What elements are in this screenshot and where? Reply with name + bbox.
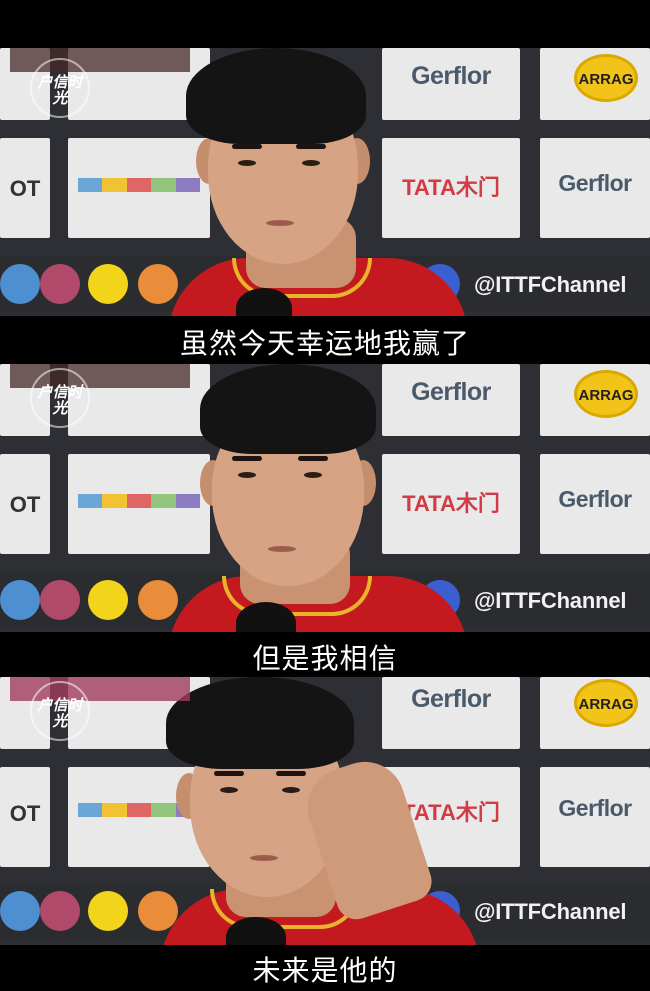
sponsor-tile-gerflor: Gerflor [540,138,650,238]
gerflor-logo: Gerflor [411,685,491,713]
watermark-logo: 户信时光 [30,368,90,428]
eyebrow [214,771,244,776]
instagram-icon [40,891,80,931]
subtitle-2: 但是我相信 [252,642,398,675]
eye [238,160,256,166]
sponsor-tile: OT [0,454,50,554]
gerflor-logo: Gerflor [411,378,491,406]
weibo-icon [138,580,178,620]
weibo-icon [138,264,178,304]
sponsor-tile-tata: TATA木门 [382,138,520,238]
arrag-logo: ARRAG [574,679,638,727]
ittf-channel-text: @ITTFChannel [474,899,627,924]
ot-logo: OT [9,801,41,826]
sponsor-tile-tata: TATA木门 [382,454,520,554]
arrag-logo: ARRAG [574,54,638,102]
subtitle-band-1: 虽然今天幸运地我赢了 [0,316,650,364]
watermark-text: 户信时光 [37,383,83,417]
eyebrow [298,456,328,461]
eyebrow [296,144,326,149]
sponsor-tile-gerflor: Gerflor [382,364,520,436]
twitter-icon [0,891,40,931]
ittf-channel-text: @ITTFChannel [474,588,627,613]
sponsor-tile-arrag: ARRAG [540,48,650,120]
color-stripe [78,494,201,508]
sponsor-tile: OT [0,138,50,238]
subtitle-3: 未来是他的 [252,954,398,987]
instagram-icon [40,264,80,304]
sponsor-tile-stripes [68,138,210,238]
gerflor-logo: Gerflor [558,170,632,196]
eyebrow [232,456,262,461]
sponsor-tile: OT [0,767,50,867]
ittf-channel-text: @ITTFChannel [474,272,627,297]
arrag-logo: ARRAG [574,370,638,418]
sponsor-tile-gerflor: Gerflor [382,48,520,120]
twitter-icon [0,264,40,304]
snapchat-icon [88,891,128,931]
watermark-text: 户信时光 [37,696,83,730]
video-frame-1: Gerflor ARRAG OT TATA木门 Gerflor @ITTFCha… [0,48,650,316]
eyebrow [276,771,306,776]
subtitle-band-2: 但是我相信 [0,632,650,677]
hair [166,677,354,769]
subtitle-band-3: 未来是他的 [0,945,650,991]
ot-logo: OT [9,176,41,201]
ot-logo: OT [9,492,41,517]
sponsor-tile-gerflor: Gerflor [540,454,650,554]
twitter-icon [0,580,40,620]
snapchat-icon [88,580,128,620]
watermark-logo: 户信时光 [30,681,90,741]
sponsor-tile-arrag: ARRAG [540,364,650,436]
color-stripe [78,178,201,192]
eye [220,787,238,793]
video-frame-3: Gerflor ARRAG OT TATA木门 Gerflor @ITTFCha… [0,677,650,945]
subtitle-1: 虽然今天幸运地我赢了 [179,327,470,360]
mouth [250,855,278,861]
gerflor-logo: Gerflor [558,486,632,512]
video-frame-2: Gerflor ARRAG OT TATA木门 Gerflor @ITTFCha… [0,364,650,632]
sponsor-tile-stripes [68,454,210,554]
watermark-text: 户信时光 [37,73,83,107]
gerflor-logo: Gerflor [558,795,632,821]
gerflor-logo: Gerflor [411,62,491,90]
instagram-icon [40,580,80,620]
eyebrow [232,144,262,149]
eye [238,472,256,478]
mouth [268,546,296,552]
snapchat-icon [88,264,128,304]
watermark-logo: 户信时光 [30,58,90,118]
sponsor-tile-arrag: ARRAG [540,677,650,749]
sponsor-tile-gerflor: Gerflor [382,677,520,749]
tata-logo: TATA木门 [402,175,500,200]
hair [186,48,366,144]
hair [200,364,376,454]
eye [304,472,322,478]
tata-logo: TATA木门 [402,491,500,516]
sponsor-tile-gerflor: Gerflor [540,767,650,867]
eye [282,787,300,793]
eye [302,160,320,166]
mouth [266,220,294,226]
